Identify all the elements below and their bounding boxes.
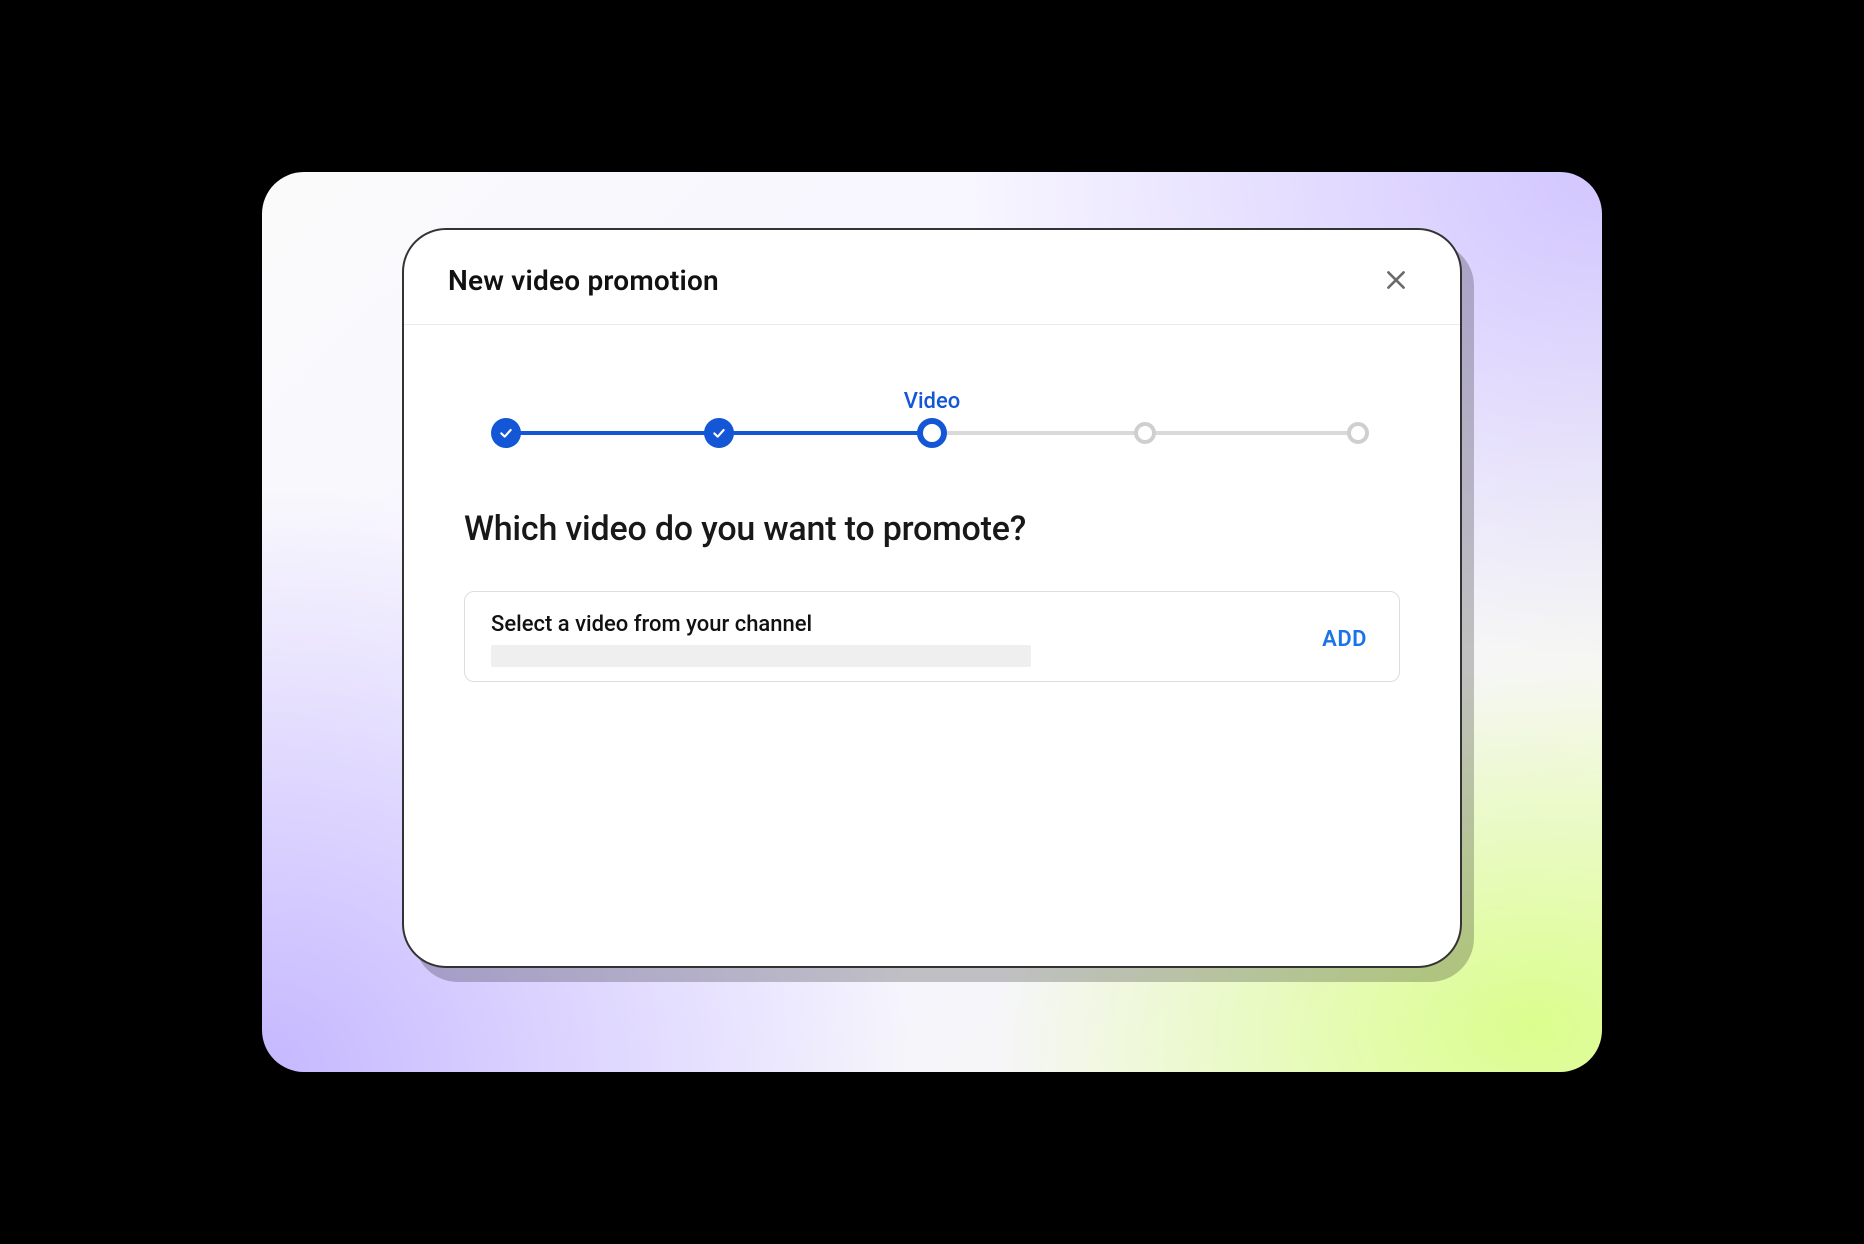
- gradient-card: New video promotion Video: [262, 172, 1602, 1072]
- close-icon: [1383, 267, 1409, 293]
- video-select-label: Select a video from your channel: [491, 612, 1296, 637]
- stepper: Video: [494, 389, 1370, 459]
- track-segment-3: [932, 431, 1145, 435]
- dialog-header: New video promotion: [404, 230, 1460, 325]
- check-icon: [711, 425, 727, 441]
- track-segment-1: [506, 431, 719, 435]
- step-2-complete[interactable]: [704, 418, 734, 448]
- video-select-placeholder: [491, 645, 1031, 667]
- question-heading: Which video do you want to promote?: [464, 509, 1400, 549]
- video-select-field[interactable]: Select a video from your channel: [491, 612, 1296, 667]
- step-label-current: Video: [904, 389, 960, 414]
- dialog-title: New video promotion: [448, 264, 719, 297]
- step-4-upcoming[interactable]: [1134, 422, 1156, 444]
- track-segment-4: [1145, 431, 1358, 435]
- new-video-promotion-dialog: New video promotion Video: [402, 228, 1462, 968]
- video-select-row: Select a video from your channel ADD: [464, 591, 1400, 682]
- check-icon: [498, 425, 514, 441]
- dialog-content: Which video do you want to promote? Sele…: [404, 469, 1460, 682]
- step-5-upcoming[interactable]: [1347, 422, 1369, 444]
- add-button[interactable]: ADD: [1316, 619, 1373, 660]
- step-3-current[interactable]: [917, 418, 947, 448]
- track-segment-2: [719, 431, 932, 435]
- step-1-complete[interactable]: [491, 418, 521, 448]
- close-button[interactable]: [1376, 260, 1416, 300]
